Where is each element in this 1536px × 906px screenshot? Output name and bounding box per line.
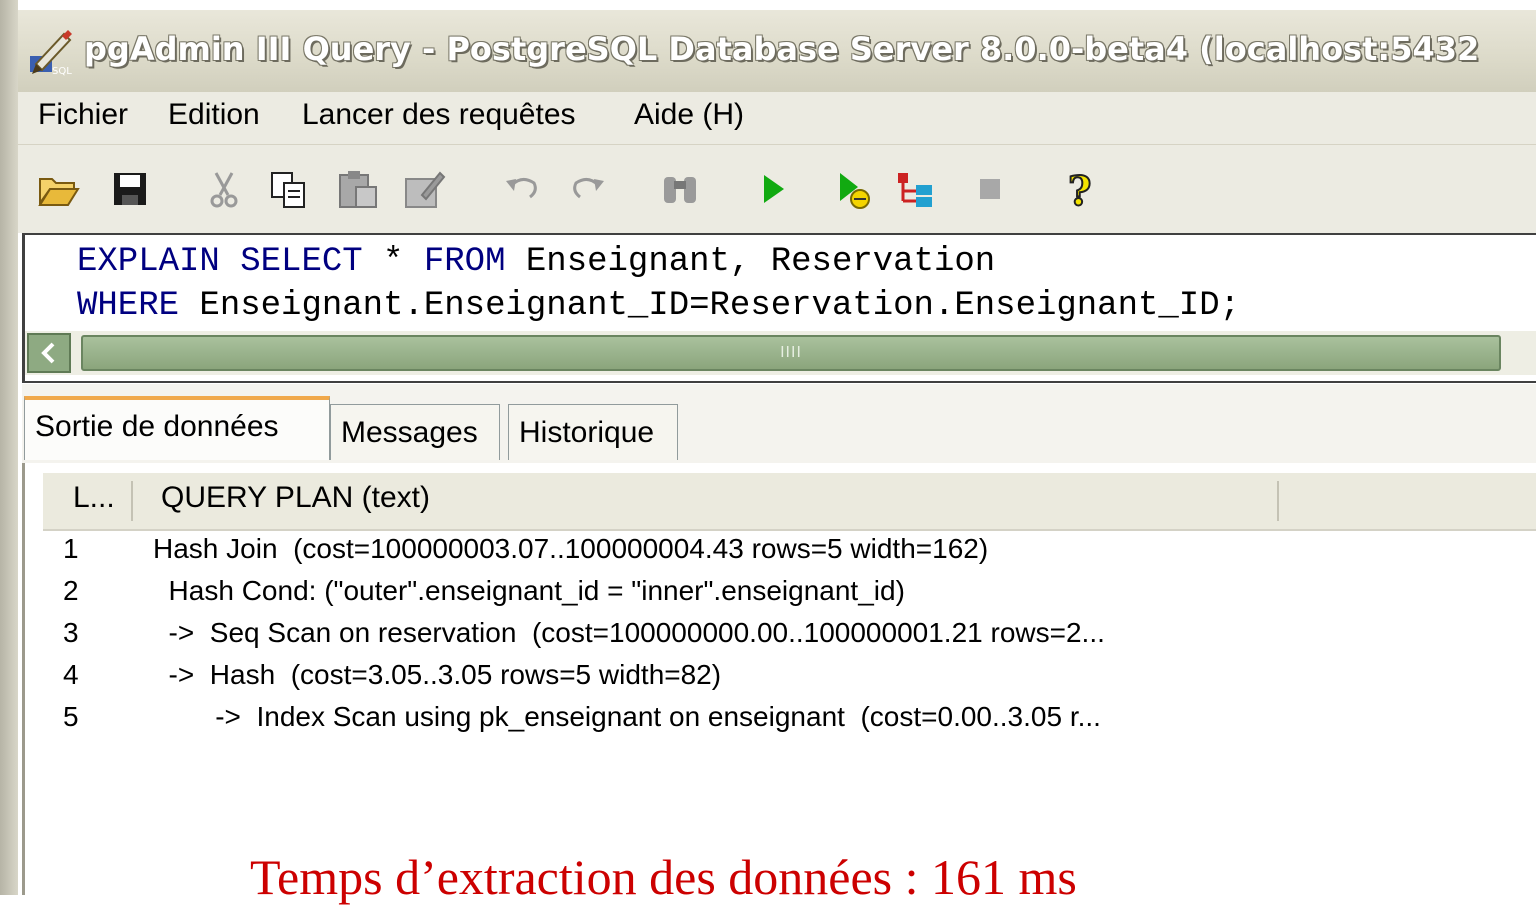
execute-icon[interactable] <box>746 163 798 215</box>
scroll-grip: IIII <box>780 344 802 361</box>
table-row[interactable]: 2 Hash Cond: ("outer".enseignant_id = "i… <box>43 575 1443 617</box>
pgadmin-query-window: SQL pgAdmin III Query - PostgreSQL Datab… <box>0 0 1536 905</box>
scroll-thumb[interactable]: IIII <box>81 335 1501 371</box>
sql-editor[interactable]: EXPLAIN SELECT * FROM Enseignant, Reserv… <box>22 233 1536 383</box>
column-header-query-plan[interactable]: QUERY PLAN (text) <box>161 481 430 515</box>
column-divider[interactable] <box>1277 481 1279 521</box>
help-icon[interactable]: ? <box>1054 163 1106 215</box>
table-row[interactable]: 1 Hash Join (cost=100000003.07..100000004… <box>43 533 1443 575</box>
table-row[interactable]: 5 -> Index Scan using pk_enseignant on e… <box>43 701 1443 743</box>
open-folder-icon[interactable] <box>32 163 84 215</box>
sql-line-1: EXPLAIN SELECT * FROM Enseignant, Reserv… <box>77 243 995 281</box>
chevron-left-icon <box>41 342 55 364</box>
keyword-where: WHERE <box>77 287 180 325</box>
column-divider[interactable] <box>131 481 133 521</box>
output-tabs: Sortie de données Messages Historique <box>22 384 1536 466</box>
menu-bar: Fichier Edition Lancer des requêtes Aide… <box>18 92 1536 145</box>
stop-icon[interactable] <box>964 163 1016 215</box>
scroll-left-button[interactable] <box>27 333 71 373</box>
left-border <box>0 0 18 895</box>
row-number: 5 <box>63 701 79 732</box>
row-plan-text: Hash Join (cost=100000003.07..100000004.… <box>153 533 989 564</box>
edit-icon[interactable] <box>398 163 450 215</box>
table-row[interactable]: 3 -> Seq Scan on reservation (cost=10000… <box>43 617 1443 659</box>
tab-sortie-de-donnees[interactable]: Sortie de données <box>24 396 330 460</box>
tab-historique[interactable]: Historique <box>508 404 678 460</box>
svg-text:SQL: SQL <box>52 66 72 76</box>
data-output-panel: L... QUERY PLAN (text) 1 Hash Join (cost=… <box>22 463 1536 895</box>
table-row[interactable]: 4 -> Hash (cost=3.05..3.05 rows=5 width=… <box>43 659 1443 701</box>
sql-condition: Enseignant.Enseignant_ID=Reservation.Ens… <box>179 287 1241 325</box>
keyword-explain: EXPLAIN <box>77 243 220 281</box>
window-title: pgAdmin III Query - PostgreSQL Database … <box>84 30 1480 68</box>
column-header-line[interactable]: L... <box>73 481 115 515</box>
row-plan-text: -> Hash (cost=3.05..3.05 rows=5 width=82… <box>153 659 722 690</box>
redo-icon[interactable] <box>562 163 614 215</box>
grid-header: L... QUERY PLAN (text) <box>43 473 1536 531</box>
editor-horizontal-scrollbar[interactable]: IIII <box>25 331 1536 375</box>
row-number: 3 <box>63 617 79 648</box>
extraction-time-caption: Temps d’extraction des données : 161 ms <box>250 849 1077 905</box>
row-plan-text: -> Seq Scan on reservation (cost=1000000… <box>153 617 1105 648</box>
row-number: 2 <box>63 575 79 606</box>
sql-star: * <box>362 243 424 281</box>
pgadmin-app-icon: SQL <box>30 30 72 76</box>
toolbar: ? <box>18 145 1536 233</box>
copy-icon[interactable] <box>262 163 314 215</box>
row-plan-text: Hash Cond: ("outer".enseignant_id = "inn… <box>153 575 905 606</box>
undo-icon[interactable] <box>496 163 548 215</box>
cut-icon[interactable] <box>198 163 250 215</box>
find-icon[interactable] <box>654 163 706 215</box>
explain-icon[interactable] <box>890 163 942 215</box>
row-number: 1 <box>63 533 79 564</box>
menu-aide[interactable]: Aide (H) <box>630 98 748 132</box>
menu-edition[interactable]: Edition <box>164 98 264 132</box>
menu-lancer-requetes[interactable]: Lancer des requêtes <box>298 98 580 132</box>
title-bar[interactable]: SQL pgAdmin III Query - PostgreSQL Datab… <box>18 10 1536 92</box>
row-plan-text: -> Index Scan using pk_enseignant on ens… <box>153 701 1101 732</box>
sql-tables: Enseignant, Reservation <box>505 243 996 281</box>
keyword-from: FROM <box>423 243 506 281</box>
tab-messages[interactable]: Messages <box>330 404 500 460</box>
row-number: 4 <box>63 659 79 690</box>
menu-fichier[interactable]: Fichier <box>34 98 132 132</box>
paste-icon[interactable] <box>332 163 384 215</box>
execute-to-file-icon[interactable] <box>826 163 878 215</box>
save-icon[interactable] <box>104 163 156 215</box>
svg-text:?: ? <box>1068 168 1091 211</box>
keyword-select: SELECT <box>240 243 363 281</box>
sql-line-2: WHERE Enseignant.Enseignant_ID=Reservati… <box>77 287 1240 325</box>
